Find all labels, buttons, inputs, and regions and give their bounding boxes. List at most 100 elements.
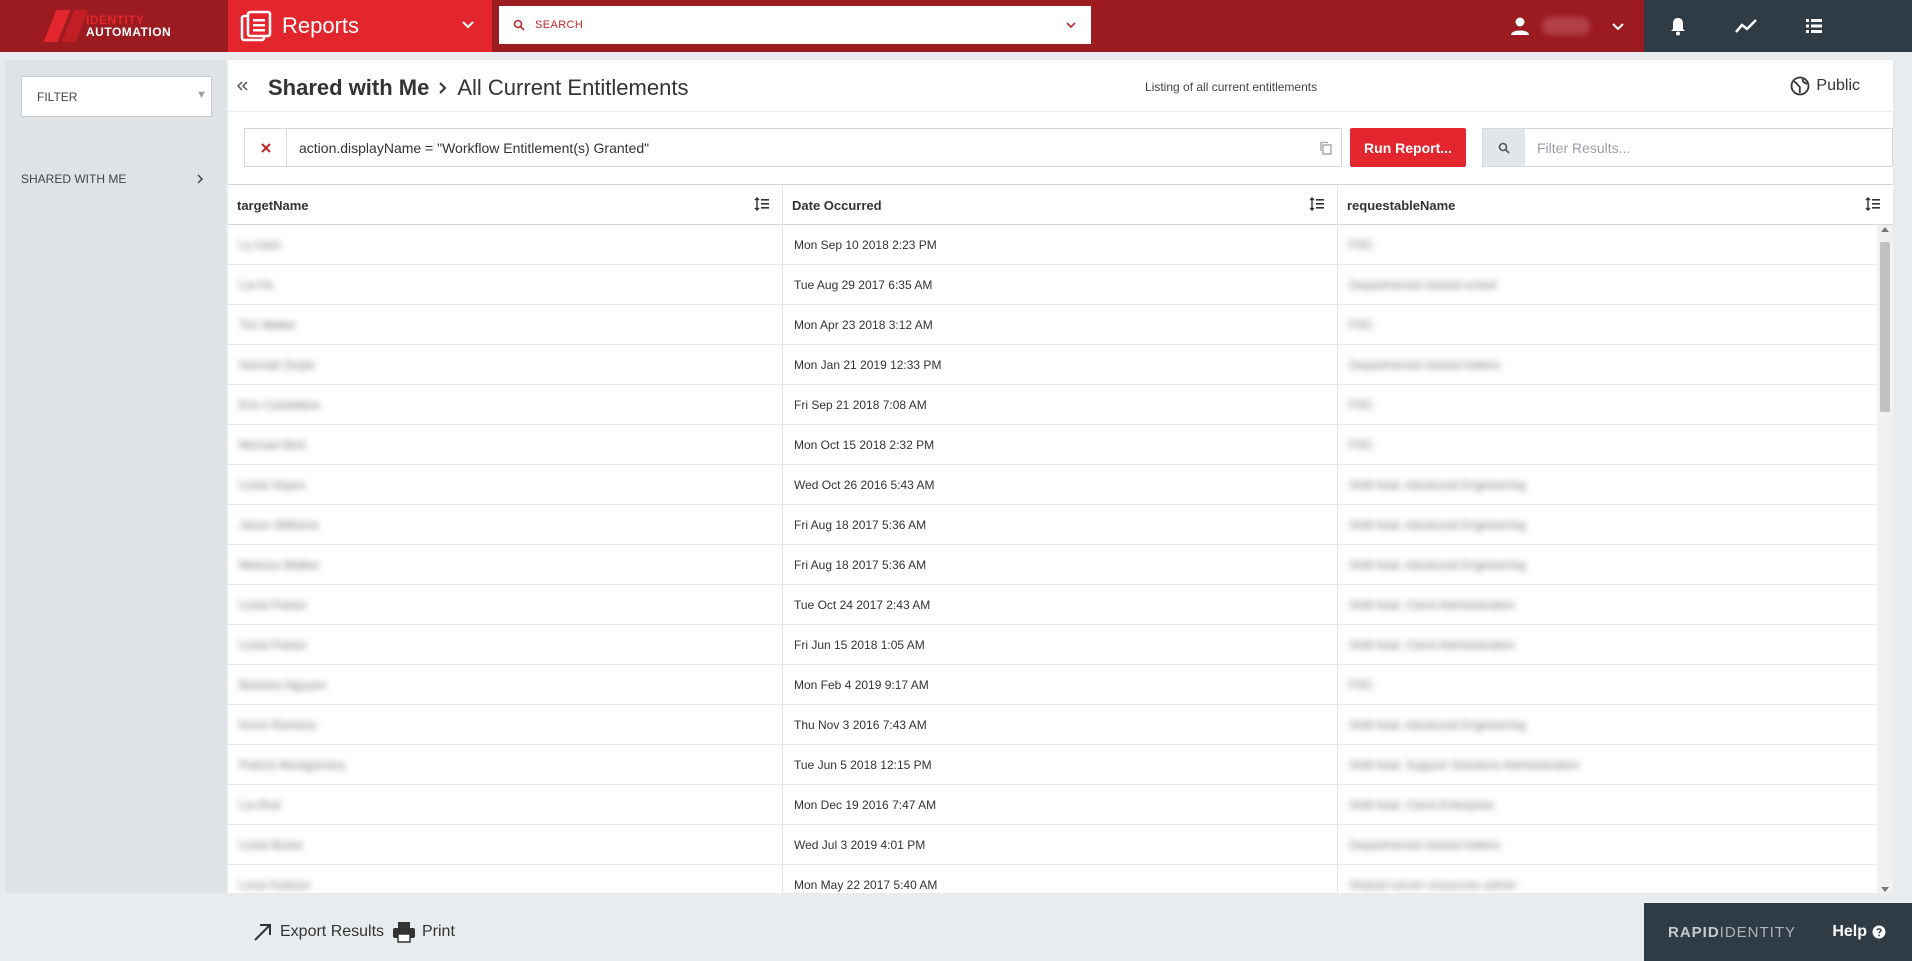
run-report-button[interactable]: Run Report... (1350, 128, 1466, 167)
cell-target-name-text: Lu Irwin (239, 238, 282, 252)
user-menu[interactable] (1502, 0, 1644, 52)
global-search[interactable]: SEARCH (499, 6, 1091, 44)
help-icon (1872, 925, 1886, 939)
cell-requestable-name-text: Shift lead, Advanced Engineering (1349, 478, 1526, 492)
column-header-date-occurred[interactable]: Date Occurred (783, 185, 1338, 225)
sidebar-item-shared-with-me[interactable]: SHARED WITH ME (21, 164, 217, 194)
cell-target-name-text: Michael Bird (239, 438, 306, 452)
table-row[interactable]: Linda Parker Fri Jun 15 2018 1:05 AM Shift… (228, 625, 1893, 665)
cell-target-name-text: Linda Parker (239, 638, 308, 652)
table-row[interactable]: Erin Castellano Fri Sep 21 2018 7:08 AM PS… (228, 385, 1893, 425)
table-row[interactable]: Lia Ho Tue Aug 29 2017 6:35 AM Departmenta… (228, 265, 1893, 305)
chevron-down-icon[interactable] (1065, 19, 1077, 31)
cell-date-occurred-text: Tue Jun 5 2018 12:15 PM (794, 758, 932, 772)
cell-date-occurred: Fri Aug 18 2017 5:36 AM (783, 505, 1338, 545)
cell-target-name-text: Melissa Walker (239, 558, 320, 572)
filter-search-icon (1483, 129, 1525, 166)
cell-requestable-name: Shift lead, Advanced Engineering (1338, 705, 1893, 745)
cell-target-name-text: Linda Hayes (239, 478, 306, 492)
table-row[interactable]: Patrick Montgomery Tue Jun 5 2018 12:15 P… (228, 745, 1893, 785)
export-results-button[interactable]: Export Results (252, 921, 384, 943)
cell-requestable-name-text: PSC (1349, 238, 1374, 252)
help-button[interactable]: Help (1832, 923, 1886, 941)
cell-date-occurred-text: Fri Aug 18 2017 5:36 AM (794, 558, 927, 572)
table-row[interactable]: Lena Hudson Mon May 22 2017 5:40 AM Shared… (228, 865, 1893, 893)
logo-line2: AUTOMATION (86, 25, 172, 39)
notifications-button[interactable] (1644, 0, 1712, 52)
chevron-down-icon (1612, 23, 1624, 31)
table-row[interactable]: Melissa Walker Fri Aug 18 2017 5:36 AM Shi… (228, 545, 1893, 585)
cell-requestable-name-text: PSC (1349, 438, 1374, 452)
cell-date-occurred-text: Thu Nov 3 2016 7:43 AM (794, 718, 927, 732)
print-button[interactable]: Print (392, 921, 455, 943)
cell-requestable-name: PSC (1338, 425, 1893, 465)
copy-query-button[interactable] (1311, 141, 1341, 155)
filter-results-input[interactable] (1525, 130, 1892, 165)
scrollbar-thumb[interactable] (1880, 242, 1890, 412)
cell-target-name-text: Tim Walter (239, 318, 297, 332)
cell-target-name: Patrick Montgomery (228, 745, 783, 785)
cell-target-name: Michael Bird (228, 425, 783, 465)
cell-requestable-name-text: Shift lead, Support Solutions Administra… (1349, 758, 1580, 772)
cell-target-name: Lu Irwin (228, 225, 783, 265)
table-row[interactable]: Michael Bird Mon Oct 15 2018 2:32 PM PSC (228, 425, 1893, 465)
table-row[interactable]: Lia Rod Mon Dec 19 2016 7:47 AM Shift lead… (228, 785, 1893, 825)
top-bar: IDENTITY AUTOMATION Reports SEARCH (0, 0, 1912, 52)
filter-dropdown[interactable]: FILTER ▼ (21, 76, 212, 117)
breadcrumb-parent[interactable]: Shared with Me (268, 75, 429, 101)
results-table: targetName Date Occurred requestableName (228, 184, 1893, 893)
activity-button[interactable] (1712, 0, 1780, 52)
clear-query-button[interactable] (245, 129, 287, 166)
table-row[interactable]: Linda Hayes Wed Oct 26 2016 5:43 AM Shift … (228, 465, 1893, 505)
table-row[interactable]: Lu Irwin Mon Sep 10 2018 2:23 PM PSC (228, 225, 1893, 265)
table-row[interactable]: Linda Burke Wed Jul 3 2019 4:01 PM Departm… (228, 825, 1893, 865)
identity-automation-logo[interactable]: IDENTITY AUTOMATION (0, 0, 228, 52)
scroll-down-icon[interactable] (1881, 887, 1889, 892)
sort-icon[interactable] (754, 197, 770, 211)
title-bar: Shared with Me All Current Entitlements … (228, 60, 1893, 112)
visibility-label: Public (1816, 77, 1860, 94)
collapse-sidebar-icon[interactable] (236, 79, 250, 93)
logo-mark-icon (43, 10, 90, 42)
scroll-up-icon[interactable] (1881, 227, 1889, 232)
column-header-targetname[interactable]: targetName (228, 185, 783, 225)
table-row[interactable]: Hannah Doyle Mon Jan 21 2019 12:33 PM Depa… (228, 345, 1893, 385)
cell-date-occurred-text: Mon Feb 4 2019 9:17 AM (794, 678, 929, 692)
query-expression[interactable]: action.displayName = "Workflow Entitleme… (287, 140, 1311, 156)
table-row[interactable]: Jason Williams Fri Aug 18 2017 5:36 AM Shi… (228, 505, 1893, 545)
cell-date-occurred: Mon Jan 21 2019 12:33 PM (783, 345, 1338, 385)
table-row[interactable]: Tim Walter Mon Apr 23 2018 3:12 AM PSC (228, 305, 1893, 345)
cell-target-name-text: Hannah Doyle (239, 358, 316, 372)
sort-icon[interactable] (1865, 197, 1881, 211)
cell-date-occurred-text: Mon Sep 10 2018 2:23 PM (794, 238, 937, 252)
cell-requestable-name-text: Departmental shared folders (1349, 358, 1501, 372)
table-row[interactable]: Kevin Ramirez Thu Nov 3 2016 7:43 AM Shift… (228, 705, 1893, 745)
list-view-button[interactable] (1780, 0, 1848, 52)
table-row[interactable]: Linda Parker Tue Oct 24 2017 2:43 AM Shift… (228, 585, 1893, 625)
cell-requestable-name: Departmental shared sched (1338, 265, 1893, 305)
cell-target-name: Tim Walter (228, 305, 783, 345)
cell-date-occurred-text: Mon Dec 19 2016 7:47 AM (794, 798, 937, 812)
cell-date-occurred: Mon Feb 4 2019 9:17 AM (783, 665, 1338, 705)
column-header-requestablename[interactable]: requestableName (1338, 185, 1893, 225)
cell-date-occurred-text: Tue Oct 24 2017 2:43 AM (794, 598, 931, 612)
table-header: targetName Date Occurred requestableName (228, 185, 1893, 225)
vertical-scrollbar[interactable] (1877, 225, 1893, 893)
list-icon (1806, 19, 1822, 33)
cell-date-occurred-text: Mon Apr 23 2018 3:12 AM (794, 318, 933, 332)
visibility-toggle[interactable]: Public (1790, 76, 1860, 96)
module-switcher[interactable]: Reports (228, 0, 492, 52)
export-arrow-icon (254, 924, 271, 941)
cell-requestable-name: Departmental shared folders (1338, 345, 1893, 385)
cell-target-name: Lena Hudson (228, 865, 783, 893)
cell-date-occurred: Fri Aug 18 2017 5:36 AM (783, 545, 1338, 585)
sort-icon[interactable] (1309, 197, 1325, 211)
table-row[interactable]: Barbara Nguyen Mon Feb 4 2019 9:17 AM PSC (228, 665, 1893, 705)
cell-requestable-name-text: Shift lead, Client Enterprise (1349, 798, 1495, 812)
cell-requestable-name: Departmental shared folders (1338, 825, 1893, 865)
cell-requestable-name: PSC (1338, 385, 1893, 425)
cell-requestable-name: Shared server resources admin (1338, 865, 1893, 893)
report-description: Listing of all current entitlements (1145, 80, 1318, 94)
cell-target-name: Linda Burke (228, 825, 783, 865)
chevron-right-icon (197, 174, 204, 184)
